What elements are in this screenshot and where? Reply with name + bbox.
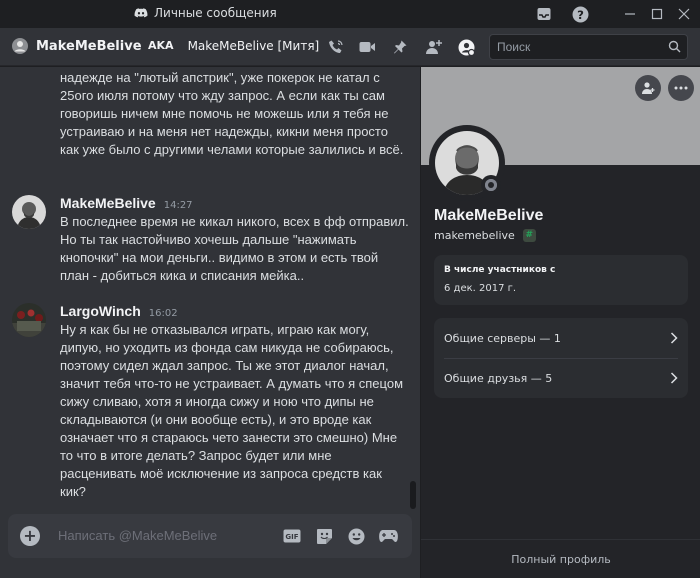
gif-icon[interactable]: GIF [282, 526, 302, 546]
search-input[interactable] [497, 40, 657, 54]
help-icon[interactable]: ? [570, 4, 590, 24]
header-user[interactable]: MakeMeBelive [12, 38, 142, 54]
chevron-right-icon [670, 332, 678, 344]
mutual-friends-label: Общие друзья — 5 [444, 371, 553, 385]
maximize-icon[interactable] [647, 4, 667, 24]
profile-handle-row: makemebelive # [434, 229, 536, 242]
minimize-icon[interactable] [620, 4, 640, 24]
add-friends-to-dm-icon[interactable] [423, 37, 443, 57]
avatar[interactable] [12, 195, 46, 229]
voice-call-icon[interactable] [326, 37, 346, 57]
video-call-icon[interactable] [357, 37, 377, 57]
message-author[interactable]: MakeMeBelive [60, 195, 156, 211]
window-title: Личные сообщения [134, 6, 277, 20]
user-profile-toggle-icon[interactable] [456, 37, 476, 57]
profile-avatar-frame [429, 125, 505, 201]
window-title-text: Личные сообщения [154, 6, 277, 20]
chevron-right-icon [670, 372, 678, 384]
message-text: В последнее время не кикал никого, всех … [60, 214, 409, 283]
hashtag-badge-icon[interactable]: # [522, 229, 536, 242]
composer-area: + GIF [0, 512, 420, 578]
activities-gamepad-icon[interactable] [378, 526, 398, 546]
mutual-friends-row[interactable]: Общие друзья — 5 [444, 358, 678, 398]
full-profile-link[interactable]: Полный профиль [421, 539, 700, 578]
message-list[interactable]: надежде на "лютый апстрик", уже покерок … [0, 67, 420, 512]
discord-logo-icon [134, 8, 148, 18]
member-since-value: 6 дек. 2017 г. [444, 283, 517, 294]
mutuals-card: Общие серверы — 1 Общие друзья — 5 [434, 318, 688, 398]
header-username: MakeMeBelive [36, 38, 142, 54]
sticker-icon[interactable] [314, 526, 334, 546]
mutual-servers-label: Общие серверы — 1 [444, 331, 561, 345]
message-input[interactable] [58, 528, 268, 543]
pin-icon[interactable] [390, 37, 410, 57]
user-profile-panel: MakeMeBelive makemebelive # В числе учас… [420, 67, 700, 578]
member-since-card: В числе участников с 6 дек. 2017 г. [434, 255, 688, 305]
message-continued-text: надежде на "лютый апстрик", уже покерок … [60, 70, 404, 157]
emoji-icon[interactable] [346, 526, 366, 546]
message-timestamp: 16:02 [148, 308, 178, 319]
more-options-icon[interactable] [668, 75, 694, 101]
status-offline-icon [481, 175, 501, 195]
aka-label: AKA [148, 39, 174, 52]
message-composer: + GIF [8, 514, 412, 558]
inbox-icon[interactable] [534, 4, 554, 24]
dm-header: MakeMeBelive AKA MakeMeBelive [Митя] [0, 28, 700, 66]
header-avatar [12, 38, 28, 54]
scrollbar-thumb[interactable] [410, 481, 416, 509]
message-author[interactable]: LargoWinch [60, 303, 141, 319]
aka-nick: MakeMeBelive [Митя] [187, 39, 320, 53]
close-icon[interactable] [674, 4, 694, 24]
profile-display-name: MakeMeBelive [434, 207, 544, 224]
avatar[interactable] [12, 303, 46, 337]
search-box[interactable] [489, 34, 688, 60]
add-friend-icon[interactable] [635, 75, 661, 101]
search-icon [668, 40, 681, 53]
svg-text:?: ? [577, 7, 584, 21]
member-since-label: В числе участников с [444, 265, 556, 275]
profile-handle: makemebelive [434, 229, 515, 242]
upload-plus-icon[interactable]: + [20, 526, 40, 546]
mutual-servers-row[interactable]: Общие серверы — 1 [444, 318, 678, 358]
title-bar: Личные сообщения ? [0, 0, 700, 28]
message-timestamp: 14:27 [163, 200, 193, 211]
svg-text:GIF: GIF [285, 533, 298, 541]
header-aka: AKA MakeMeBelive [Митя] [148, 39, 319, 53]
message-text: Ну я как бы не отказывался играть, играю… [60, 322, 404, 499]
